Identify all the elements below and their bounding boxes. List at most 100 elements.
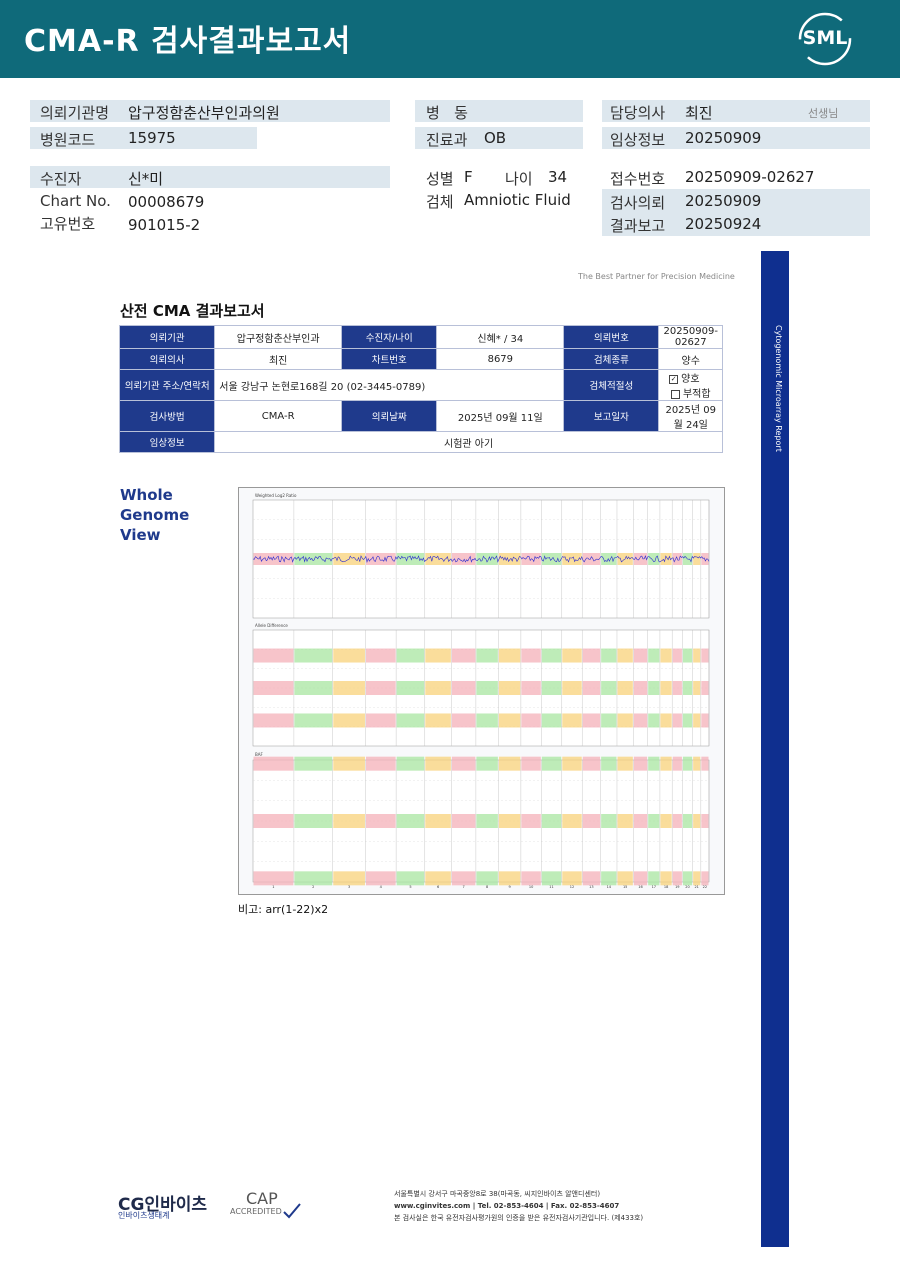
- table-cell: 최진: [214, 348, 343, 370]
- svg-text:13: 13: [589, 885, 593, 889]
- id-value: 901015-2: [128, 216, 201, 234]
- cg-invites-sub: 인바이츠생태계: [118, 1211, 170, 1220]
- svg-text:7: 7: [462, 885, 464, 889]
- table-cell: CMA-R: [214, 400, 343, 432]
- checkbox-icon: [670, 389, 680, 399]
- table-cell: 양수: [658, 348, 723, 370]
- sml-logo: SML: [798, 12, 852, 66]
- table-cell: 2025년 09월 24일: [658, 400, 723, 432]
- table-cell: 시험관 아기: [214, 431, 723, 453]
- doctor-label: 담당의사: [610, 104, 666, 122]
- info-bar: [30, 166, 390, 188]
- dept-value: OB: [484, 129, 507, 147]
- svg-text:ACCREDITED: ACCREDITED: [230, 1207, 282, 1216]
- panel-label: Allele Difference: [255, 623, 288, 628]
- table-header: 보고일자: [563, 400, 660, 432]
- id-label: 고유번호: [40, 215, 96, 233]
- report-header: CMA-R 검사결과보고서 SML: [0, 0, 900, 78]
- svg-text:3: 3: [348, 885, 350, 889]
- svg-text:10: 10: [529, 885, 533, 889]
- svg-text:14: 14: [607, 885, 612, 889]
- svg-text:2: 2: [312, 885, 314, 889]
- checked-box-icon: ✓: [669, 374, 679, 384]
- sex-label: 성별: [426, 170, 454, 188]
- table-header: 검체적절성: [563, 369, 660, 401]
- table-cell: 신혜* / 34: [436, 325, 565, 349]
- table-header: 의뢰번호: [563, 325, 660, 349]
- svg-text:4: 4: [380, 885, 383, 889]
- table-header: 의뢰날짜: [341, 400, 438, 432]
- whole-genome-view-label: Whole Genome View: [120, 486, 190, 544]
- ok-label: 양호: [681, 374, 700, 385]
- svg-text:1: 1: [272, 885, 274, 889]
- table-header: 의뢰기관 주소/연락처: [118, 369, 216, 401]
- patient-value: 신*미: [128, 170, 164, 188]
- table-cell: 서울 강남구 논현로168길 20 (02-3445-0789): [214, 369, 565, 401]
- tagline: The Best Partner for Precision Medicine: [578, 272, 735, 281]
- svg-text:17: 17: [652, 885, 656, 889]
- doctor-value: 최진: [685, 104, 713, 122]
- table-row: 임상정보 시험관 아기: [118, 431, 723, 453]
- report-title: 산전 CMA 결과보고서: [120, 302, 265, 320]
- panel-label: Weighted Log2 Ratio: [255, 493, 297, 498]
- side-band-text: Cytogenomic Microarray Report: [774, 325, 783, 452]
- table-row: 의뢰의사 최진 차트번호 8679 검체종류 양수: [118, 348, 723, 370]
- svg-text:19: 19: [675, 885, 679, 889]
- svg-text:8: 8: [486, 885, 488, 889]
- clinical-label: 임상정보: [610, 131, 666, 149]
- table-cell: 2025년 09월 11일: [436, 400, 565, 432]
- clinical-value: 20250909: [685, 129, 762, 147]
- table-row: 검사방법 CMA-R 의뢰날짜 2025년 09월 11일 보고일자 2025년…: [118, 400, 723, 432]
- specimen-adequacy: ✓ 양호 부적합: [658, 369, 723, 401]
- svg-text:15: 15: [623, 885, 627, 889]
- table-cell: 압구정함춘산부인과: [214, 325, 343, 349]
- svg-text:5: 5: [409, 885, 411, 889]
- receipt-label: 접수번호: [610, 170, 666, 188]
- table-header: 의뢰의사: [118, 348, 216, 370]
- cap-logo: CAP ACCREDITED: [228, 1188, 308, 1226]
- table-header: 검체종류: [563, 348, 660, 370]
- svg-text:CAP: CAP: [246, 1189, 278, 1208]
- svg-text:6: 6: [437, 885, 439, 889]
- bad-label: 부적합: [682, 389, 711, 400]
- patient-label: 수진자: [40, 170, 82, 188]
- sex-value: F: [464, 168, 473, 186]
- specimen-label: 검체: [426, 193, 454, 211]
- request-label: 검사의뢰: [610, 194, 666, 212]
- request-value: 20250909: [685, 192, 762, 210]
- receipt-value: 20250909-02627: [685, 168, 815, 186]
- ward-label: 병 동: [426, 104, 468, 122]
- svg-text:12: 12: [570, 885, 574, 889]
- chart-value: 00008679: [128, 193, 205, 211]
- svg-text:22: 22: [703, 885, 707, 889]
- dept-label: 진료과: [426, 131, 468, 149]
- table-header: 검사방법: [118, 400, 216, 432]
- age-value: 34: [548, 168, 568, 186]
- report-table: 의뢰기관 압구정함춘산부인과 수진자/나이 신혜* / 34 의뢰번호 2025…: [118, 325, 723, 453]
- footer-address: 서울특별시 강서구 마곡중앙8로 38(마곡동, 씨지인바이츠 알앤디센터) w…: [394, 1190, 644, 1222]
- svg-text:18: 18: [664, 885, 668, 889]
- table-header: 의뢰기관: [118, 325, 216, 349]
- hospital-code-value: 15975: [128, 129, 176, 147]
- svg-text:16: 16: [638, 885, 642, 889]
- table-row: 의뢰기관 압구정함춘산부인과 수진자/나이 신혜* / 34 의뢰번호 2025…: [118, 325, 723, 349]
- svg-text:9: 9: [508, 885, 510, 889]
- doctor-suffix: 선생님: [808, 107, 839, 120]
- svg-text:21: 21: [694, 885, 698, 889]
- report-date-value: 20250924: [685, 215, 762, 233]
- hospital-code-label: 병원코드: [40, 131, 96, 149]
- specimen-value: Amniotic Fluid: [464, 191, 571, 209]
- table-cell: 20250909-02627: [658, 325, 723, 349]
- institution-label: 의뢰기관명: [40, 104, 110, 122]
- table-header: 수진자/나이: [341, 325, 438, 349]
- age-label: 나이: [505, 170, 533, 188]
- institution-value: 압구정함춘산부인과의원: [128, 104, 280, 122]
- table-header: 차트번호: [341, 348, 438, 370]
- chart-label: Chart No.: [40, 192, 111, 210]
- table-row: 의뢰기관 주소/연락처 서울 강남구 논현로168길 20 (02-3445-0…: [118, 369, 723, 401]
- genome-plot: Weighted Log2 Ratio Allele Difference BA…: [238, 487, 725, 895]
- table-cell: 8679: [436, 348, 565, 370]
- panel-label: BAF: [255, 752, 263, 757]
- svg-text:20: 20: [685, 885, 689, 889]
- table-header: 임상정보: [118, 431, 216, 453]
